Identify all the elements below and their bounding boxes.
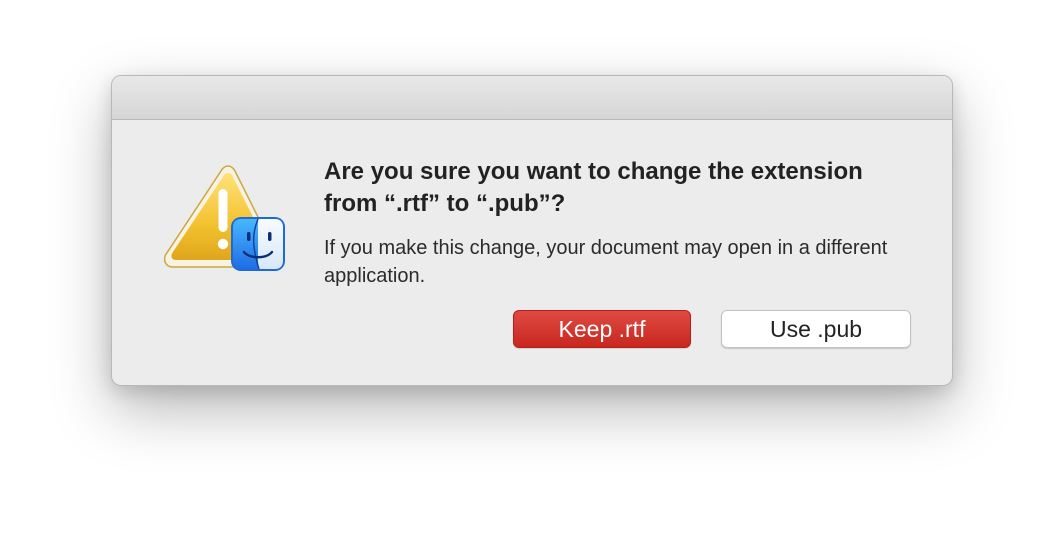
dialog-title: Are you sure you want to change the exte…	[324, 158, 863, 217]
use-pub-button[interactable]: Use .pub	[721, 310, 911, 348]
dialog-titlebar	[112, 76, 952, 120]
finder-icon	[231, 217, 285, 271]
alert-icon-group	[164, 161, 288, 277]
screen: Are you sure you want to change the exte…	[0, 0, 1064, 534]
dialog-message: If you make this change, your document m…	[324, 237, 888, 287]
keep-rtf-button[interactable]: Keep .rtf	[513, 310, 691, 348]
extension-change-dialog: Are you sure you want to change the exte…	[111, 75, 953, 386]
